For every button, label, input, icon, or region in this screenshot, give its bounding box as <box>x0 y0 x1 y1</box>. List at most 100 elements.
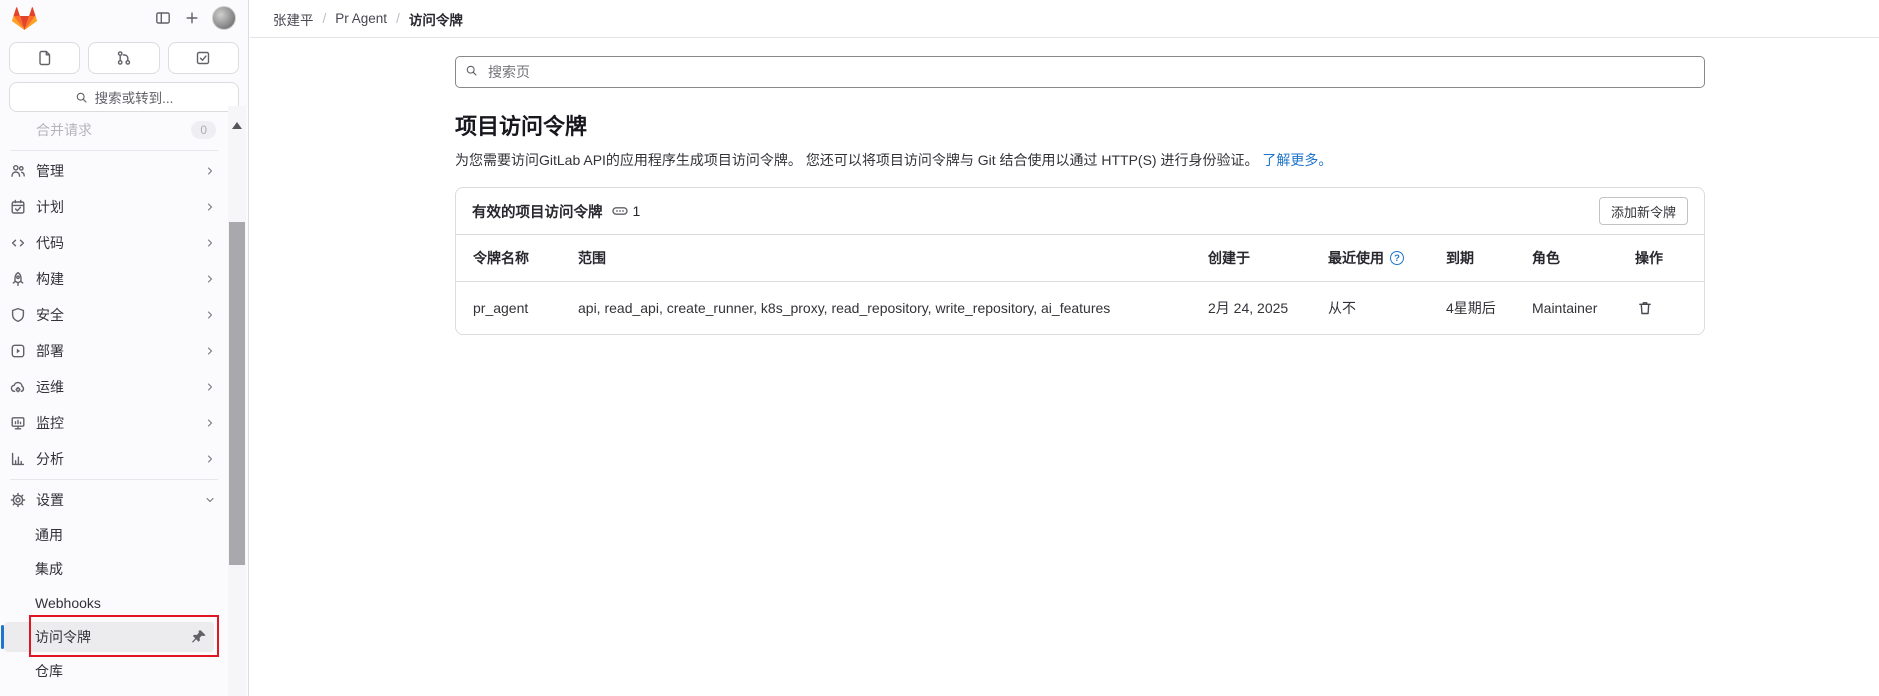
sidebar-item-label: 监控 <box>36 413 204 433</box>
sidebar-subitem-label: 集成 <box>35 559 63 579</box>
sidebar-item-manage[interactable]: 管理 <box>0 153 228 189</box>
sidebar-item-monitor[interactable]: 监控 <box>0 405 228 441</box>
deploy-icon <box>10 343 26 359</box>
sidebar-subitem-integrations[interactable]: 集成 <box>0 552 228 586</box>
sidebar-subitem-access-tokens[interactable]: 访问令牌 <box>0 620 228 654</box>
col-header-scopes: 范围 <box>578 248 1208 268</box>
chevron-right-icon <box>204 165 216 177</box>
todo-check-icon <box>195 50 211 66</box>
page-search-input[interactable] <box>455 56 1705 88</box>
card-header: 有效的项目访问令牌 1 添加新令牌 <box>456 188 1704 235</box>
sidebar-item-settings[interactable]: 设置 <box>0 482 228 518</box>
token-last-used-cell: 从不 <box>1328 298 1446 318</box>
learn-more-link[interactable]: 了解更多。 <box>1262 152 1332 168</box>
cloud-gear-icon <box>10 379 26 395</box>
chevron-right-icon <box>204 417 216 429</box>
add-token-button[interactable]: 添加新令牌 <box>1599 197 1688 225</box>
search-icon <box>75 91 88 104</box>
sidebar-item-label: 代码 <box>36 233 204 253</box>
chevron-right-icon <box>204 273 216 285</box>
revoke-token-button[interactable] <box>1635 298 1655 318</box>
rocket-icon <box>10 271 26 287</box>
gear-icon <box>10 492 26 508</box>
sidebar-subitem-repository[interactable]: 仓库 <box>0 654 228 688</box>
todos-shortcut-button[interactable] <box>168 42 239 74</box>
breadcrumb-separator: / <box>396 11 400 26</box>
token-created-cell: 2月 24, 2025 <box>1208 298 1328 318</box>
sidebar-item-plan[interactable]: 计划 <box>0 189 228 225</box>
monitor-icon <box>10 415 26 431</box>
col-header-label: 最近使用 <box>1328 248 1384 268</box>
sidebar-item-label: 安全 <box>36 305 204 325</box>
breadcrumb: 张建平 / Pr Agent / 访问令牌 <box>250 0 1879 38</box>
breadcrumb-current-page: 访问令牌 <box>409 9 463 29</box>
create-new-button[interactable] <box>184 10 200 26</box>
issues-icon <box>37 50 53 66</box>
sidebar-subitem-label: 仓库 <box>35 661 63 681</box>
scroll-up-arrow-icon[interactable] <box>232 122 242 129</box>
sidebar-subitem-general[interactable]: 通用 <box>0 518 228 552</box>
chevron-right-icon <box>204 345 216 357</box>
chart-icon <box>10 451 26 467</box>
sidebar-item-label: 分析 <box>36 449 204 469</box>
sidebar-toggle-button[interactable] <box>155 10 171 26</box>
sidebar-item-code[interactable]: 代码 <box>0 225 228 261</box>
token-icon <box>612 203 628 219</box>
active-item-indicator <box>1 625 4 649</box>
main-area: 张建平 / Pr Agent / 访问令牌 项目访问令牌 为您需要访问GitLa… <box>250 0 1879 696</box>
sidebar-scrollbar-thumb[interactable] <box>229 222 245 565</box>
merge-requests-shortcut-button[interactable] <box>88 42 159 74</box>
breadcrumb-separator: / <box>323 11 327 26</box>
sidebar-divider <box>10 150 218 151</box>
issues-shortcut-button[interactable] <box>9 42 80 74</box>
sidebar-item-build[interactable]: 构建 <box>0 261 228 297</box>
sidebar-subitem-label: 通用 <box>35 525 63 545</box>
shield-icon <box>10 307 26 323</box>
token-count: 1 <box>633 203 641 219</box>
table-header-row: 令牌名称 范围 创建于 最近使用 ? 到期 角色 操作 <box>456 235 1704 282</box>
merge-request-icon <box>116 50 132 66</box>
sidebar-subitem-label: Webhooks <box>35 595 101 611</box>
pin-icon[interactable] <box>191 629 207 645</box>
table-row: pr_agent api, read_api, create_runner, k… <box>456 282 1704 334</box>
users-icon <box>10 163 26 179</box>
sidebar: 搜索或转到... 合并请求 0 管理 计划 代码 <box>0 0 249 696</box>
sidebar-scrollbar[interactable] <box>228 106 246 696</box>
sidebar-toggle-icon <box>155 10 171 26</box>
sidebar-item-analyze[interactable]: 分析 <box>0 441 228 477</box>
sidebar-item-merge-requests[interactable]: 合并请求 0 <box>0 112 228 148</box>
gitlab-logo-icon[interactable] <box>12 6 37 31</box>
breadcrumb-project-link[interactable]: Pr Agent <box>335 11 387 26</box>
token-name-cell: pr_agent <box>473 300 578 316</box>
sidebar-subitem-label: 访问令牌 <box>35 627 91 647</box>
sidebar-item-operate[interactable]: 运维 <box>0 369 228 405</box>
col-header-token-name: 令牌名称 <box>473 248 578 268</box>
sidebar-subitem-webhooks[interactable]: Webhooks <box>0 586 228 620</box>
active-tokens-card: 有效的项目访问令牌 1 添加新令牌 令牌名称 范围 创建于 最近使用 ? <box>455 187 1705 335</box>
sidebar-item-label: 计划 <box>36 197 204 217</box>
chevron-right-icon <box>204 201 216 213</box>
page-title: 项目访问令牌 <box>455 109 1705 141</box>
chevron-down-icon <box>204 494 216 506</box>
code-icon <box>10 235 26 251</box>
sidebar-divider <box>10 479 218 480</box>
col-header-actions: 操作 <box>1635 248 1704 268</box>
sidebar-search-button[interactable]: 搜索或转到... <box>9 82 239 112</box>
sidebar-item-label: 管理 <box>36 161 204 181</box>
description-text: 为您需要访问GitLab API的应用程序生成项目访问令牌。 您还可以将项目访问… <box>455 152 1258 168</box>
breadcrumb-user-link[interactable]: 张建平 <box>273 9 314 29</box>
col-header-role: 角色 <box>1532 248 1635 268</box>
sidebar-item-label: 合并请求 <box>36 120 191 140</box>
merge-requests-count-badge: 0 <box>191 121 216 139</box>
sidebar-item-deploy[interactable]: 部署 <box>0 333 228 369</box>
calendar-icon <box>10 199 26 215</box>
help-icon[interactable]: ? <box>1390 251 1404 265</box>
sidebar-item-label: 部署 <box>36 341 204 361</box>
sidebar-item-security[interactable]: 安全 <box>0 297 228 333</box>
search-icon <box>465 64 478 77</box>
page-content: 项目访问令牌 为您需要访问GitLab API的应用程序生成项目访问令牌。 您还… <box>455 38 1705 335</box>
token-expires-cell: 4星期后 <box>1446 298 1532 318</box>
sidebar-nav: 合并请求 0 管理 计划 代码 <box>0 112 228 696</box>
user-avatar[interactable] <box>212 6 236 30</box>
plus-icon <box>184 10 200 26</box>
